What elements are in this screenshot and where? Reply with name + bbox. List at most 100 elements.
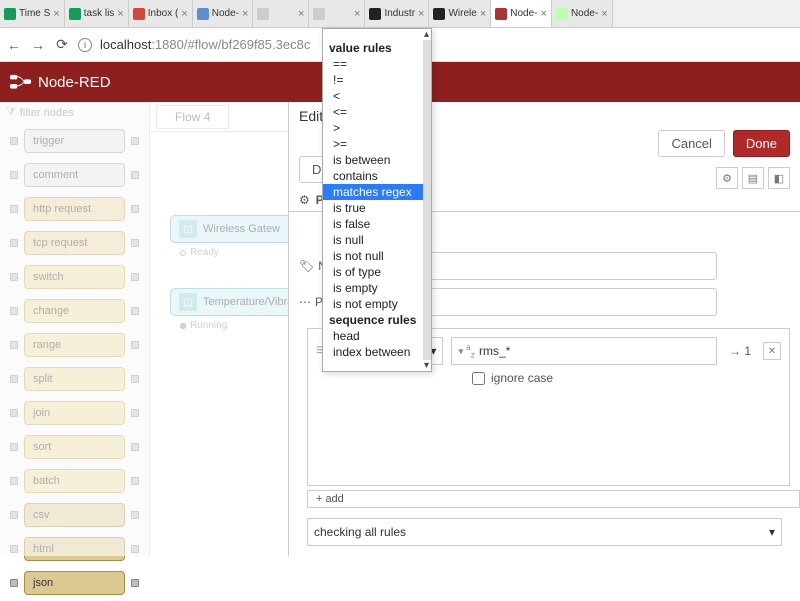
ignore-case-checkbox[interactable]: [472, 372, 485, 385]
dropdown-item[interactable]: is null: [323, 232, 423, 248]
ignore-case-label: ignore case: [491, 371, 553, 385]
rule-type-dropdown[interactable]: ▴ value rules==!=<<=>>=is betweencontain…: [322, 28, 432, 372]
dropdown-item[interactable]: is between: [323, 152, 423, 168]
checking-rules-value: checking all rules: [314, 525, 406, 539]
tab-favicon-icon: [495, 8, 507, 20]
dropdown-item[interactable]: index between: [323, 344, 423, 360]
tab-favicon-icon: [433, 8, 445, 20]
dropdown-item[interactable]: is not empty: [323, 296, 423, 312]
dots-icon: ⋯: [299, 295, 311, 309]
dropdown-scroll: value rules==!=<<=>>=is betweencontainsm…: [323, 40, 431, 360]
tab-label: Inbox (: [148, 8, 179, 19]
dropdown-item[interactable]: >=: [323, 136, 423, 152]
tab-favicon-icon: [197, 8, 209, 20]
done-button[interactable]: Done: [733, 130, 790, 157]
properties-gear-icon: ⚙: [299, 193, 310, 207]
close-icon[interactable]: ×: [354, 8, 360, 20]
gear-icon[interactable]: ⚙: [716, 167, 738, 189]
close-icon[interactable]: ×: [601, 8, 607, 20]
close-icon[interactable]: ×: [53, 8, 59, 20]
close-icon[interactable]: ×: [117, 8, 123, 20]
tab-label: Industr: [384, 8, 415, 19]
browser-tab[interactable]: Node-×: [193, 0, 254, 27]
checking-rules-select[interactable]: checking all rules ▾: [307, 518, 782, 546]
dropdown-item[interactable]: matches regex: [323, 184, 423, 200]
browser-tab[interactable]: task lis×: [65, 0, 129, 27]
cancel-button[interactable]: Cancel: [658, 130, 724, 157]
site-info-icon[interactable]: i: [78, 38, 92, 52]
dropdown-item[interactable]: <: [323, 88, 423, 104]
port-icon: [10, 579, 18, 587]
rule-value-input[interactable]: ▾ az rms_*: [451, 337, 717, 365]
scroll-down-icon[interactable]: ▾: [323, 360, 431, 371]
close-icon[interactable]: ×: [181, 8, 187, 20]
dropdown-item[interactable]: contains: [323, 168, 423, 184]
url-host: localhost: [100, 37, 151, 52]
pin-icon[interactable]: ◧: [768, 167, 790, 189]
dropdown-item[interactable]: !=: [323, 72, 423, 88]
dropdown-item[interactable]: >: [323, 120, 423, 136]
dropdown-item[interactable]: <=: [323, 104, 423, 120]
browser-tab[interactable]: Node-×: [552, 0, 613, 27]
plus-icon: +: [316, 493, 322, 505]
tab-favicon-icon: [369, 8, 381, 20]
dropdown-item[interactable]: is of type: [323, 264, 423, 280]
tab-label: Time S: [19, 8, 50, 19]
add-rule-button[interactable]: + add: [307, 490, 800, 508]
tab-label: task lis: [84, 8, 115, 19]
tag-icon: 🏷: [299, 259, 314, 273]
dropdown-item[interactable]: ==: [323, 56, 423, 72]
palette-node[interactable]: json: [24, 571, 125, 595]
rule-output-indicator: → 1: [725, 344, 755, 358]
scroll-up-icon[interactable]: ▴: [323, 29, 431, 40]
close-icon[interactable]: ×: [480, 8, 486, 20]
tab-favicon-icon: [133, 8, 145, 20]
tab-favicon-icon: [313, 8, 325, 20]
browser-tab[interactable]: Time S×: [0, 0, 65, 27]
tab-favicon-icon: [257, 8, 269, 20]
url-path: :1880/#flow/bf269f85.3ec8c: [151, 37, 310, 52]
port-icon: [131, 579, 139, 587]
browser-tab-strip: Time S×task lis×Inbox (×Node-×××Industr×…: [0, 0, 800, 28]
tab-favicon-icon: [69, 8, 81, 20]
forward-icon[interactable]: →: [30, 37, 46, 53]
tab-label: Wirele: [448, 8, 476, 19]
browser-tab[interactable]: Node- ×: [491, 0, 552, 27]
close-icon[interactable]: ×: [541, 8, 547, 20]
add-label: add: [325, 493, 343, 505]
delete-rule-button[interactable]: ✕: [763, 342, 781, 360]
tab-favicon-icon: [4, 8, 16, 20]
dropdown-item[interactable]: is empty: [323, 280, 423, 296]
rule-value-text: rms_*: [479, 344, 510, 358]
url-text[interactable]: localhost:1880/#flow/bf269f85.3ec8c: [100, 37, 310, 52]
nodered-logo-icon: [10, 73, 32, 91]
panel-action-icons: ⚙ ▤ ◧: [716, 167, 790, 189]
chevron-down-icon: ▾: [769, 525, 775, 539]
close-icon[interactable]: ×: [418, 8, 424, 20]
browser-tab[interactable]: Wirele ×: [429, 0, 491, 27]
dropdown-item[interactable]: is true: [323, 200, 423, 216]
tab-label: Node-: [212, 8, 239, 19]
close-icon[interactable]: ×: [242, 8, 248, 20]
dropdown-group-header: value rules: [323, 40, 423, 56]
doc-icon[interactable]: ▤: [742, 167, 764, 189]
tab-label: Node-: [571, 8, 598, 19]
dropdown-item[interactable]: is not null: [323, 248, 423, 264]
browser-tab[interactable]: Inbox (×: [129, 0, 193, 27]
tab-favicon-icon: [556, 8, 568, 20]
value-type-icon: ▾ az: [458, 342, 475, 359]
palette-node-label: json: [33, 577, 53, 589]
browser-tab[interactable]: ×: [309, 0, 365, 27]
browser-tab[interactable]: Industr×: [365, 0, 429, 27]
back-icon[interactable]: ←: [6, 37, 22, 53]
nodered-title: Node-RED: [38, 74, 111, 91]
palette-node-row: json: [10, 571, 139, 595]
browser-tab[interactable]: ×: [253, 0, 309, 27]
ignore-case-row: ignore case: [472, 371, 781, 385]
dropdown-item[interactable]: head: [323, 328, 423, 344]
reload-icon[interactable]: ⟳: [54, 37, 70, 53]
dropdown-group-header: sequence rules: [323, 312, 423, 328]
dropdown-item[interactable]: is false: [323, 216, 423, 232]
close-icon[interactable]: ×: [298, 8, 304, 20]
tab-label: Node-: [510, 8, 537, 19]
